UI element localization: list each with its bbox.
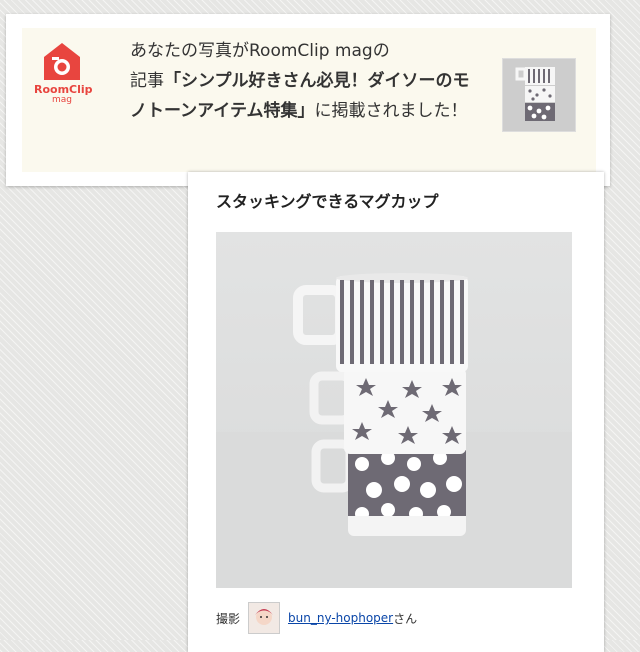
roomclip-mag-logo: RoomClip mag — [34, 40, 93, 105]
card-title: スタッキングできるマグカップ — [216, 192, 439, 211]
logo-text: RoomClip — [34, 83, 93, 96]
article-card[interactable]: スタッキングできるマグカップ 撮影 bun_ny-hophoper さん — [188, 172, 604, 652]
username-suffix: さん — [393, 611, 418, 626]
mag-notice-banner[interactable]: RoomClip mag あなたの写真がRoomClip magの 記事「シンプ… — [6, 14, 610, 186]
notice-text-suffix: に掲載されました！ — [314, 101, 468, 121]
roomclip-house-camera-icon — [44, 43, 80, 80]
username-link[interactable]: bun_ny-hophoper — [288, 611, 393, 625]
credit-label: 撮影 — [216, 611, 241, 626]
stacked-mugs-photo[interactable] — [216, 232, 572, 588]
photo-thumbnail[interactable] — [502, 58, 576, 132]
photo-credit: 撮影 bun_ny-hophoper さん — [216, 602, 417, 634]
notice-message: あなたの写真がRoomClip magの 記事「シンプル好きさん必見！ダイソーの… — [130, 36, 480, 126]
user-avatar[interactable] — [248, 602, 281, 634]
mug-thumbnail-image — [503, 59, 575, 131]
logo-subtext: mag — [52, 95, 72, 105]
